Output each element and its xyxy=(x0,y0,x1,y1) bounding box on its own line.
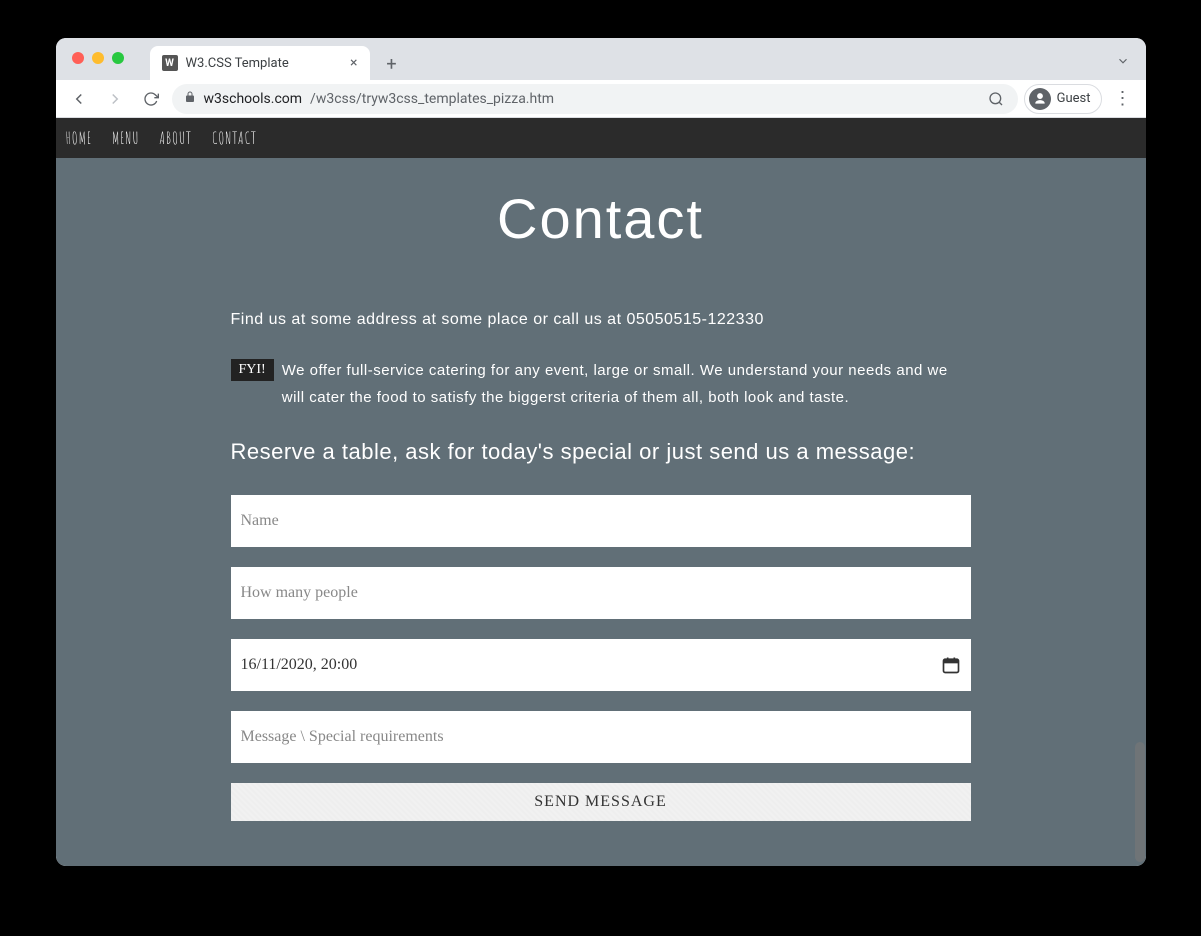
browser-menu-button[interactable]: ⋮ xyxy=(1108,84,1138,114)
maximize-window-button[interactable] xyxy=(112,52,124,64)
back-button[interactable] xyxy=(64,84,94,114)
message-input[interactable] xyxy=(231,711,971,763)
close-window-button[interactable] xyxy=(72,52,84,64)
window-controls xyxy=(72,52,124,64)
scrollbar-thumb[interactable] xyxy=(1135,742,1145,862)
lock-icon xyxy=(184,91,196,106)
datetime-value: 16/11/2020, 20:00 xyxy=(241,656,358,674)
avatar-icon xyxy=(1029,88,1051,110)
send-message-button[interactable]: SEND MESSAGE xyxy=(231,783,971,821)
address-bar[interactable]: w3schools.com/w3css/tryw3css_templates_p… xyxy=(172,84,1018,114)
profile-label: Guest xyxy=(1057,91,1091,106)
nav-home[interactable]: HOME xyxy=(66,128,92,148)
url-host: w3schools.com xyxy=(204,91,303,107)
calendar-icon xyxy=(941,655,961,675)
tab-list-chevron-icon[interactable] xyxy=(1116,53,1130,72)
contact-section: Contact Find us at some address at some … xyxy=(231,158,971,866)
datetime-input[interactable]: 16/11/2020, 20:00 xyxy=(231,639,971,691)
page-viewport: HOME MENU ABOUT CONTACT Contact Find us … xyxy=(56,118,1146,866)
close-tab-button[interactable]: × xyxy=(350,55,357,71)
reload-button[interactable] xyxy=(136,84,166,114)
browser-tab[interactable]: W W3.CSS Template × xyxy=(150,46,370,80)
site-nav: HOME MENU ABOUT CONTACT xyxy=(56,118,1146,158)
page-title: Contact xyxy=(231,186,971,251)
reserve-heading: Reserve a table, ask for today's special… xyxy=(231,439,971,465)
browser-window: W W3.CSS Template × + w3schools.com/w3cs… xyxy=(56,38,1146,866)
minimize-window-button[interactable] xyxy=(92,52,104,64)
fyi-text: We offer full-service catering for any e… xyxy=(282,357,971,411)
name-input[interactable] xyxy=(231,495,971,547)
tab-favicon: W xyxy=(162,55,178,71)
zoom-icon[interactable] xyxy=(986,89,1006,109)
fyi-tag: FYI! xyxy=(231,359,274,381)
new-tab-button[interactable]: + xyxy=(378,50,406,78)
fyi-block: FYI! We offer full-service catering for … xyxy=(231,357,971,411)
url-path: /w3css/tryw3css_templates_pizza.htm xyxy=(310,91,554,107)
contact-intro: Find us at some address at some place or… xyxy=(231,311,971,329)
nav-contact[interactable]: CONTACT xyxy=(212,128,257,148)
people-input[interactable] xyxy=(231,567,971,619)
tab-strip: W W3.CSS Template × + xyxy=(56,38,1146,80)
nav-about[interactable]: ABOUT xyxy=(159,128,192,148)
nav-menu[interactable]: MENU xyxy=(112,128,139,148)
browser-toolbar: w3schools.com/w3css/tryw3css_templates_p… xyxy=(56,80,1146,118)
page-content: HOME MENU ABOUT CONTACT Contact Find us … xyxy=(56,118,1146,866)
tab-title: W3.CSS Template xyxy=(186,56,289,71)
forward-button[interactable] xyxy=(100,84,130,114)
profile-chip[interactable]: Guest xyxy=(1024,84,1102,114)
